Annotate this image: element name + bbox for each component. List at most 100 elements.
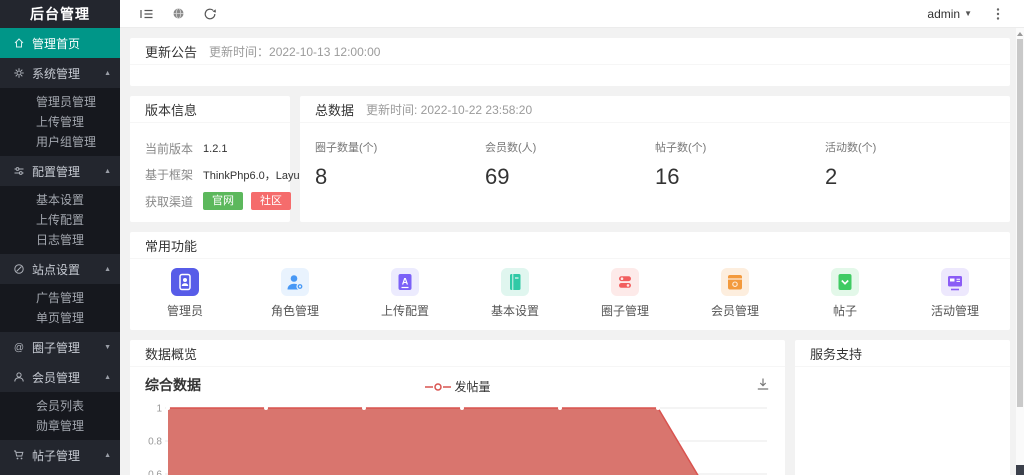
user-icon xyxy=(14,372,24,382)
quick-item-admin[interactable]: 管理员 xyxy=(130,268,240,319)
circle-toggles-icon xyxy=(611,268,639,296)
sidebar-subitem[interactable]: 会员列表 xyxy=(0,396,120,416)
sidebar-subitem[interactable]: 上传配置 xyxy=(0,210,120,230)
support-title: 服务支持 xyxy=(810,346,863,362)
quick-item-posts[interactable]: 帖子 xyxy=(790,268,900,319)
more-vertical-icon xyxy=(996,7,1000,20)
chevron-up-icon xyxy=(104,452,111,459)
quick-item-activity-manage[interactable]: 活动管理 xyxy=(900,268,1010,319)
announcement-time: 更新时间：2022-10-13 12:00:00 xyxy=(209,44,381,59)
sidebar-subitem[interactable]: 单页管理 xyxy=(0,308,120,328)
app-title: 后台管理 xyxy=(30,6,90,22)
totals-title: 总数据 xyxy=(315,102,355,118)
collapse-menu-button[interactable] xyxy=(130,0,162,27)
quick-item-label: 上传配置 xyxy=(380,304,429,318)
stat-members: 会员数(人) 69 xyxy=(485,139,655,190)
data-overview-card: 数据概览 综合数据 发帖量 00.20.40.60.81 xyxy=(130,340,785,475)
chevron-up-icon xyxy=(104,70,111,77)
globe-icon xyxy=(173,8,183,19)
quick-item-label: 管理员 xyxy=(166,304,203,318)
quick-item-label: 基本设置 xyxy=(490,304,539,318)
version-title: 版本信息 xyxy=(145,102,198,118)
legend-line-marker-icon xyxy=(424,382,451,391)
activity-monitor-icon xyxy=(941,268,969,296)
sidebar-subitem[interactable]: 用户组管理 xyxy=(0,132,120,152)
quick-functions-card: 常用功能 管理员 角色管理 A 上传配置 基本设置 圈子管理 会员管理 帖子 活… xyxy=(130,232,1010,330)
stat-label: 帖子数(个) xyxy=(655,142,707,154)
chevron-up-icon xyxy=(104,266,111,273)
sidebar-item-posts[interactable]: 帖子管理 xyxy=(0,440,120,470)
sidebar-item-system[interactable]: 系统管理 xyxy=(0,58,120,88)
sidebar-item-member[interactable]: 会员管理 xyxy=(0,362,120,392)
sliders-icon xyxy=(14,167,24,175)
quick-title: 常用功能 xyxy=(145,238,198,254)
community-button[interactable]: 社区 xyxy=(251,192,292,210)
sidebar-subitem[interactable]: 广告管理 xyxy=(0,288,120,308)
sidebar-item-label: 系统管理 xyxy=(32,66,81,81)
stat-value: 8 xyxy=(315,164,328,189)
quick-item-upload-config[interactable]: A 上传配置 xyxy=(350,268,460,319)
quick-item-label: 会员管理 xyxy=(710,304,759,318)
overview-area-chart[interactable]: 00.20.40.60.81 xyxy=(145,403,770,475)
quick-item-roles[interactable]: 角色管理 xyxy=(240,268,350,319)
channel-label: 获取渠道 xyxy=(145,194,194,209)
refresh-button[interactable] xyxy=(194,0,226,27)
vertical-scrollbar[interactable] xyxy=(1016,28,1024,475)
sidebar-item-label: 帖子管理 xyxy=(32,448,81,463)
submenu-site: 广告管理 单页管理 xyxy=(0,284,120,332)
member-card-icon xyxy=(721,268,749,296)
sidebar-subitem[interactable]: 勋章管理 xyxy=(0,416,120,436)
stat-value: 69 xyxy=(485,164,510,189)
svg-text:1: 1 xyxy=(156,404,162,415)
quick-item-circle-manage[interactable]: 圈子管理 xyxy=(570,268,680,319)
admin-badge-icon xyxy=(171,268,199,296)
sidebar: 后台管理 管理首页 系统管理 管理员管理 上传管理 用户组管理 配置管理 基本设… xyxy=(0,0,120,475)
refresh-icon xyxy=(204,8,216,19)
legend-label: 发帖量 xyxy=(454,380,491,394)
more-menu-button[interactable] xyxy=(982,0,1014,27)
svg-text:0.8: 0.8 xyxy=(148,437,162,448)
compass-icon xyxy=(14,264,24,274)
stat-label: 圈子数量(个) xyxy=(315,142,378,154)
quick-item-basic-settings[interactable]: 基本设置 xyxy=(460,268,570,319)
official-site-button[interactable]: 官网 xyxy=(203,192,244,210)
version-row-value: 1.2.1 xyxy=(203,142,228,155)
submenu-member: 会员列表 勋章管理 xyxy=(0,392,120,440)
sidebar-item-site[interactable]: 站点设置 xyxy=(0,254,120,284)
chevron-down-icon xyxy=(104,344,111,351)
quick-item-label: 角色管理 xyxy=(270,304,319,318)
submenu-system: 管理员管理 上传管理 用户组管理 xyxy=(0,88,120,156)
sidebar-subitem[interactable]: 日志管理 xyxy=(0,230,120,250)
download-chart-button[interactable] xyxy=(756,377,770,394)
chevron-up-icon xyxy=(104,374,111,381)
sidebar-subitem[interactable]: 上传管理 xyxy=(0,112,120,132)
legend-item[interactable]: 发帖量 xyxy=(424,378,491,395)
website-button[interactable] xyxy=(162,0,194,27)
stat-value: 16 xyxy=(655,164,680,189)
sidebar-subitem[interactable]: 基本设置 xyxy=(0,190,120,210)
sidebar-subitem[interactable]: 管理员管理 xyxy=(0,92,120,112)
scrollbar-thumb[interactable] xyxy=(1017,39,1023,407)
scrollbar-up-arrow-icon[interactable] xyxy=(1017,32,1023,36)
at-icon: @ xyxy=(14,343,24,354)
sidebar-item-config[interactable]: 配置管理 xyxy=(0,156,120,186)
sidebar-item-home[interactable]: 管理首页 xyxy=(0,28,120,58)
announcement-body xyxy=(130,65,1010,86)
quick-item-label: 帖子 xyxy=(832,304,857,318)
stat-value: 2 xyxy=(825,164,838,189)
post-box-icon xyxy=(831,268,859,296)
upload-config-icon: A xyxy=(391,268,419,296)
scrollbar-bottom-button[interactable] xyxy=(1016,465,1024,475)
stat-activities: 活动数(个) 2 xyxy=(825,139,995,190)
role-user-icon xyxy=(281,268,309,296)
version-row-label: 当前版本 xyxy=(145,142,194,156)
overview-title: 数据概览 xyxy=(145,346,198,362)
quick-item-member-manage[interactable]: 会员管理 xyxy=(680,268,790,319)
stat-label: 会员数(人) xyxy=(485,142,537,154)
user-menu[interactable]: admin ▼ xyxy=(917,7,982,21)
svg-text:A: A xyxy=(402,277,409,287)
svg-text:@: @ xyxy=(14,343,24,354)
username: admin xyxy=(927,6,961,21)
sidebar-item-label: 配置管理 xyxy=(32,164,81,179)
sidebar-item-circle[interactable]: @ 圈子管理 xyxy=(0,332,120,362)
